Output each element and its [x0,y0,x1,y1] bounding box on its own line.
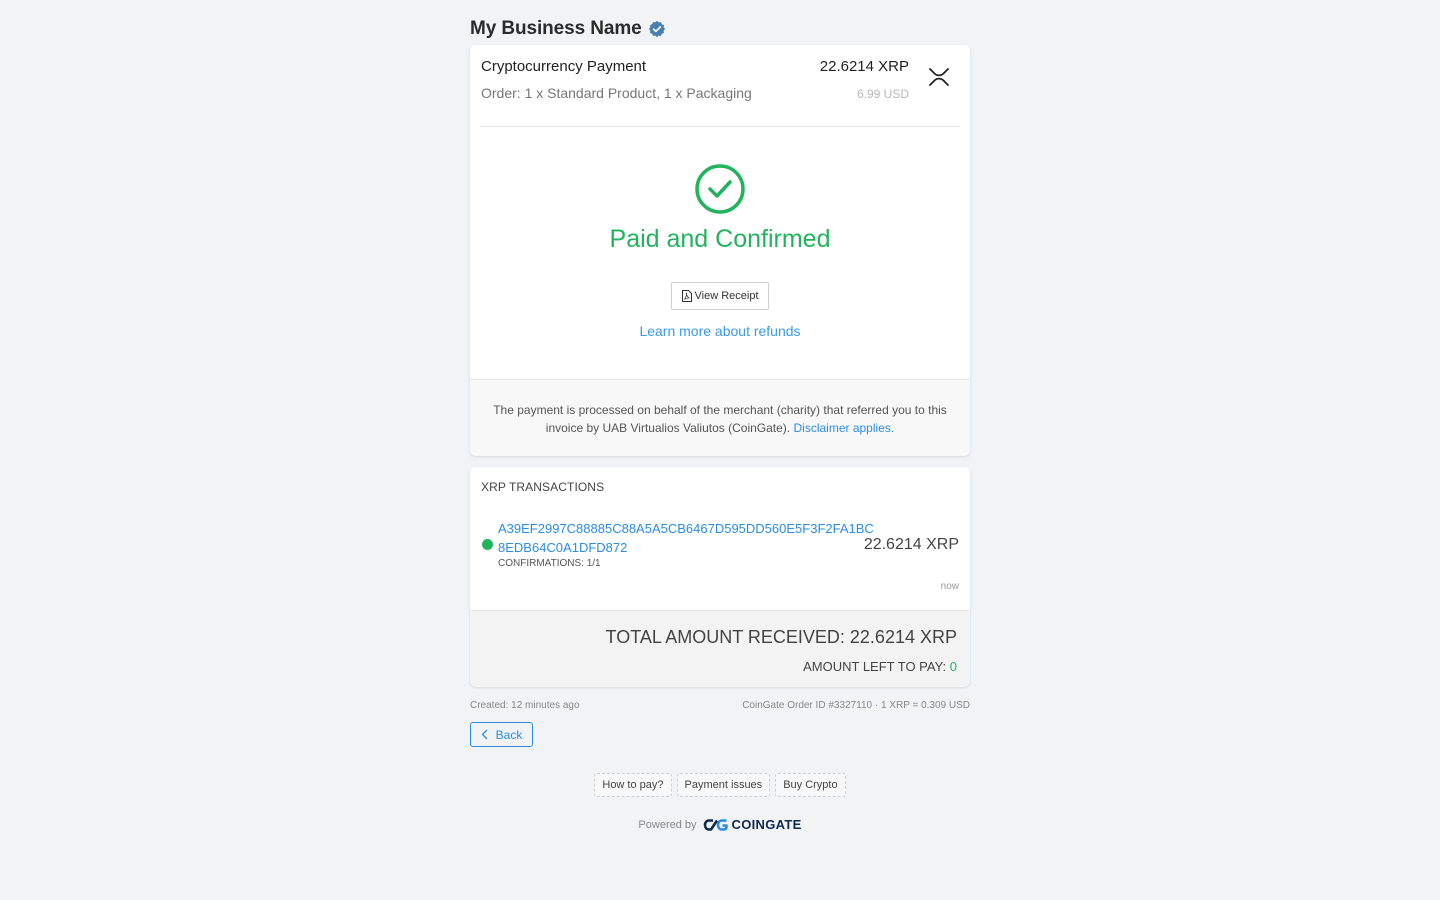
view-receipt-button[interactable]: View Receipt [671,282,769,310]
buy-crypto-button[interactable]: Buy Crypto [775,773,846,797]
totals-card: TOTAL AMOUNT RECEIVED: 22.6214 XRP AMOUN… [470,610,970,687]
transaction-hash-link[interactable]: A39EF2997C88885C88A5A5CB6467D595DD560E5F… [498,519,878,557]
back-button[interactable]: Back [470,722,533,747]
how-to-pay-button[interactable]: How to pay? [594,773,672,797]
invoice-header: Cryptocurrency Payment Order: 1 x Standa… [480,45,960,127]
order-info: CoinGate Order ID #3327110 · 1 XRP = 0.3… [742,700,970,711]
crypto-amount: 22.6214 XRP [819,58,909,75]
check-circle-icon [695,164,745,214]
transaction-time: now [940,581,959,592]
total-received: TOTAL AMOUNT RECEIVED: 22.6214 XRP [605,627,957,647]
transactions-title: XRP TRANSACTIONS [481,480,605,494]
powered-by: Powered by COINGATE [470,817,970,832]
chevron-left-icon [481,729,488,740]
payment-issues-button[interactable]: Payment issues [676,773,771,797]
payment-card: Cryptocurrency Payment Order: 1 x Standa… [470,45,970,456]
help-links: How to pay? Payment issues Buy Crypto [470,773,970,797]
disclaimer-section: The payment is processed on behalf of th… [470,379,970,456]
pdf-file-icon [681,290,692,302]
payment-status: Paid and Confirmed [470,163,970,254]
coingate-logo[interactable]: COINGATE [703,817,802,832]
view-receipt-label: View Receipt [694,290,759,302]
xrp-icon [929,68,949,86]
coingate-logo-icon [703,818,728,831]
back-label: Back [495,727,523,742]
amount-left-value: 0 [949,659,957,674]
verified-badge-icon [648,20,665,38]
created-time: Created: 12 minutes ago [470,700,580,711]
transaction-amount: 22.6214 XRP [863,536,959,553]
status-text: Paid and Confirmed [609,225,831,253]
coingate-wordmark: COINGATE [731,817,802,832]
powered-by-text: Powered by [638,818,697,831]
transaction-confirmations: CONFIRMATIONS: 1/1 [498,558,601,569]
fiat-amount: 6.99 USD [856,87,909,101]
transaction-status-dot [482,539,493,550]
disclaimer-link[interactable]: Disclaimer applies. [793,421,894,435]
merchant-name: My Business Name [470,18,642,39]
refunds-link[interactable]: Learn more about refunds [470,323,970,339]
amount-left-label: AMOUNT LEFT TO PAY: [803,659,950,674]
invoice-title: Cryptocurrency Payment [481,58,647,75]
transactions-card: XRP TRANSACTIONS A39EF2997C88885C88A5A5C… [470,467,970,610]
amount-left: AMOUNT LEFT TO PAY: 0 [803,659,957,674]
merchant-header: My Business Name [470,18,666,40]
order-description: Order: 1 x Standard Product, 1 x Packagi… [481,85,752,101]
